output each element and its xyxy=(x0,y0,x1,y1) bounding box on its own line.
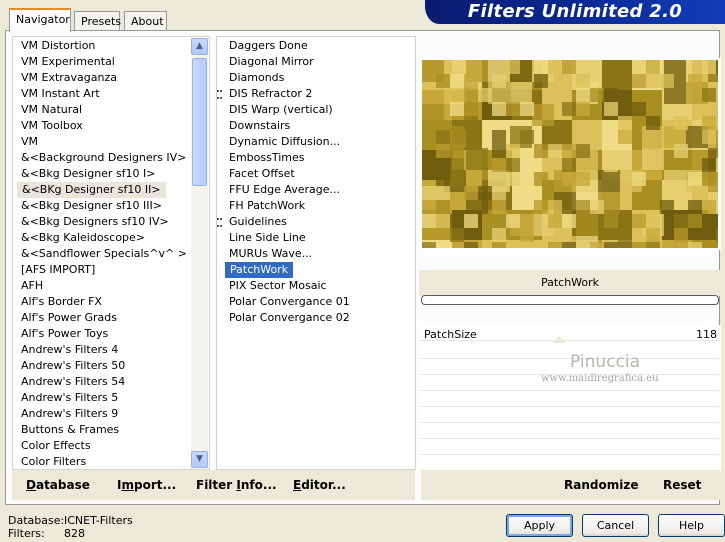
category-label: &<Bkg Designer sf10 III> xyxy=(21,199,163,212)
param-row-empty xyxy=(419,407,719,423)
chevron-up-icon: ▲ xyxy=(196,41,203,51)
param-row-empty xyxy=(419,423,719,439)
category-label: VM Distortion xyxy=(21,39,96,52)
apply-button[interactable]: Apply xyxy=(506,514,573,537)
reset-button[interactable]: Reset xyxy=(663,478,701,492)
param-row-empty xyxy=(419,439,719,455)
filter-label: Daggers Done xyxy=(229,39,308,52)
progress-bar xyxy=(421,295,719,305)
patchsize-slider-thumb[interactable] xyxy=(552,336,566,343)
param-row-empty xyxy=(419,343,719,359)
title-banner: Filters Unlimited 2.0 xyxy=(425,0,725,24)
category-label: Color Effects xyxy=(21,439,91,452)
filter-label: Downstairs xyxy=(229,119,291,132)
tab-navigator[interactable]: Navigator xyxy=(9,8,71,32)
filter-label: Polar Convergance 01 xyxy=(229,295,350,308)
category-label: [AFS IMPORT] xyxy=(21,263,96,276)
database-button[interactable]: Database xyxy=(26,478,90,492)
database-status-value: ICNET-Filters xyxy=(64,514,133,527)
category-label: &<Bkg Designer sf10 I> xyxy=(21,167,156,180)
filter-label: EmbossTimes xyxy=(229,151,305,164)
cancel-button[interactable]: Cancel xyxy=(582,514,649,537)
filter-label: Dynamic Diffusion... xyxy=(229,135,341,148)
filter-label: Line Side Line xyxy=(229,231,306,244)
grip-icon xyxy=(217,90,220,99)
filter-label: FH PatchWork xyxy=(229,199,306,212)
filter-label: Polar Convergance 02 xyxy=(229,311,350,324)
scroll-up-button[interactable]: ▲ xyxy=(191,38,208,55)
category-label: &<BKg Designer sf10 II> xyxy=(22,183,161,196)
help-button[interactable]: Help xyxy=(658,514,725,537)
category-label: &<Bkg Designers sf10 IV> xyxy=(21,215,169,228)
patchsize-value[interactable]: 118 xyxy=(695,328,717,341)
category-label: Alf's Border FX xyxy=(21,295,102,308)
category-label: Andrew's Filters 5 xyxy=(21,391,119,404)
category-label: VM xyxy=(21,135,39,148)
filter-list[interactable]: Daggers Done Diagonal Mirror Diamonds DIS R… xyxy=(216,36,416,470)
title-banner-text: Filters Unlimited 2.0 xyxy=(467,1,683,22)
category-item[interactable]: &<BKg Designer sf10 II> xyxy=(17,182,166,198)
filters-status-label: Filters: xyxy=(8,527,45,540)
filter-label: PatchWork xyxy=(230,263,289,276)
preview-image xyxy=(422,60,718,248)
category-label: &<Bkg Kaleidoscope> xyxy=(21,231,146,244)
category-label: VM Experimental xyxy=(21,55,115,68)
grip-icon xyxy=(217,218,220,227)
params-box xyxy=(419,325,721,470)
watermark-name: Pinuccia xyxy=(570,352,640,372)
filter-label: Diagonal Mirror xyxy=(229,55,314,68)
category-scrollbar[interactable]: ▲ ▼ xyxy=(191,38,208,468)
category-label: Alf's Power Toys xyxy=(21,327,109,340)
category-label: Alf's Power Grads xyxy=(21,311,117,324)
filter-label: Diamonds xyxy=(229,71,285,84)
tab-about[interactable]: About xyxy=(124,11,167,31)
filter-label: Guidelines xyxy=(229,215,287,228)
tab-presets[interactable]: Presets xyxy=(74,11,121,31)
category-label: &<Sandflower Specials^v^ > xyxy=(21,247,187,260)
watermark-url: www.maidiregrafica.eu xyxy=(541,373,659,384)
category-label: Buttons & Frames xyxy=(21,423,120,436)
filter-info-button[interactable]: Filter Info... xyxy=(196,478,277,492)
category-label: Color Filters xyxy=(21,455,87,468)
category-label: VM Instant Art xyxy=(21,87,100,100)
category-label: AFH xyxy=(21,279,44,292)
param-row-empty xyxy=(419,391,719,407)
import-button[interactable]: Import... xyxy=(117,478,176,492)
database-status-label: Database: xyxy=(8,514,65,527)
category-label: &<Background Designers IV> xyxy=(21,151,187,164)
filter-item[interactable]: PatchWork xyxy=(225,262,294,278)
filter-label: FFU Edge Average... xyxy=(229,183,341,196)
category-label: VM Natural xyxy=(21,103,83,116)
patchsize-label: PatchSize xyxy=(424,328,477,341)
filter-label: DIS Refractor 2 xyxy=(229,87,313,100)
editor-button[interactable]: Editor... xyxy=(293,478,346,492)
filters-status-value: 828 xyxy=(64,527,85,540)
category-label: Andrew's Filters 50 xyxy=(21,359,126,372)
filter-label: MURUs Wave... xyxy=(229,247,313,260)
category-label: Andrew's Filters 54 xyxy=(21,375,126,388)
category-label: Andrew's Filters 9 xyxy=(21,407,119,420)
scroll-thumb[interactable] xyxy=(192,58,207,186)
scroll-down-button[interactable]: ▼ xyxy=(191,451,208,468)
category-label: Andrew's Filters 4 xyxy=(21,343,119,356)
preview-patchwork-graphic xyxy=(422,60,718,248)
category-label: VM Toolbox xyxy=(21,119,83,132)
randomize-button[interactable]: Randomize xyxy=(564,478,638,492)
category-label: VM Extravaganza xyxy=(21,71,118,84)
selected-filter-name: PatchWork xyxy=(540,276,600,289)
filter-label: DIS Warp (vertical) xyxy=(229,103,333,116)
filter-label: PIX Sector Mosaic xyxy=(229,279,327,292)
chevron-down-icon: ▼ xyxy=(196,454,203,464)
filter-label: Facet Offset xyxy=(229,167,295,180)
category-list[interactable]: VM Distortion VM Experimental VM Extravaga… xyxy=(12,36,210,470)
